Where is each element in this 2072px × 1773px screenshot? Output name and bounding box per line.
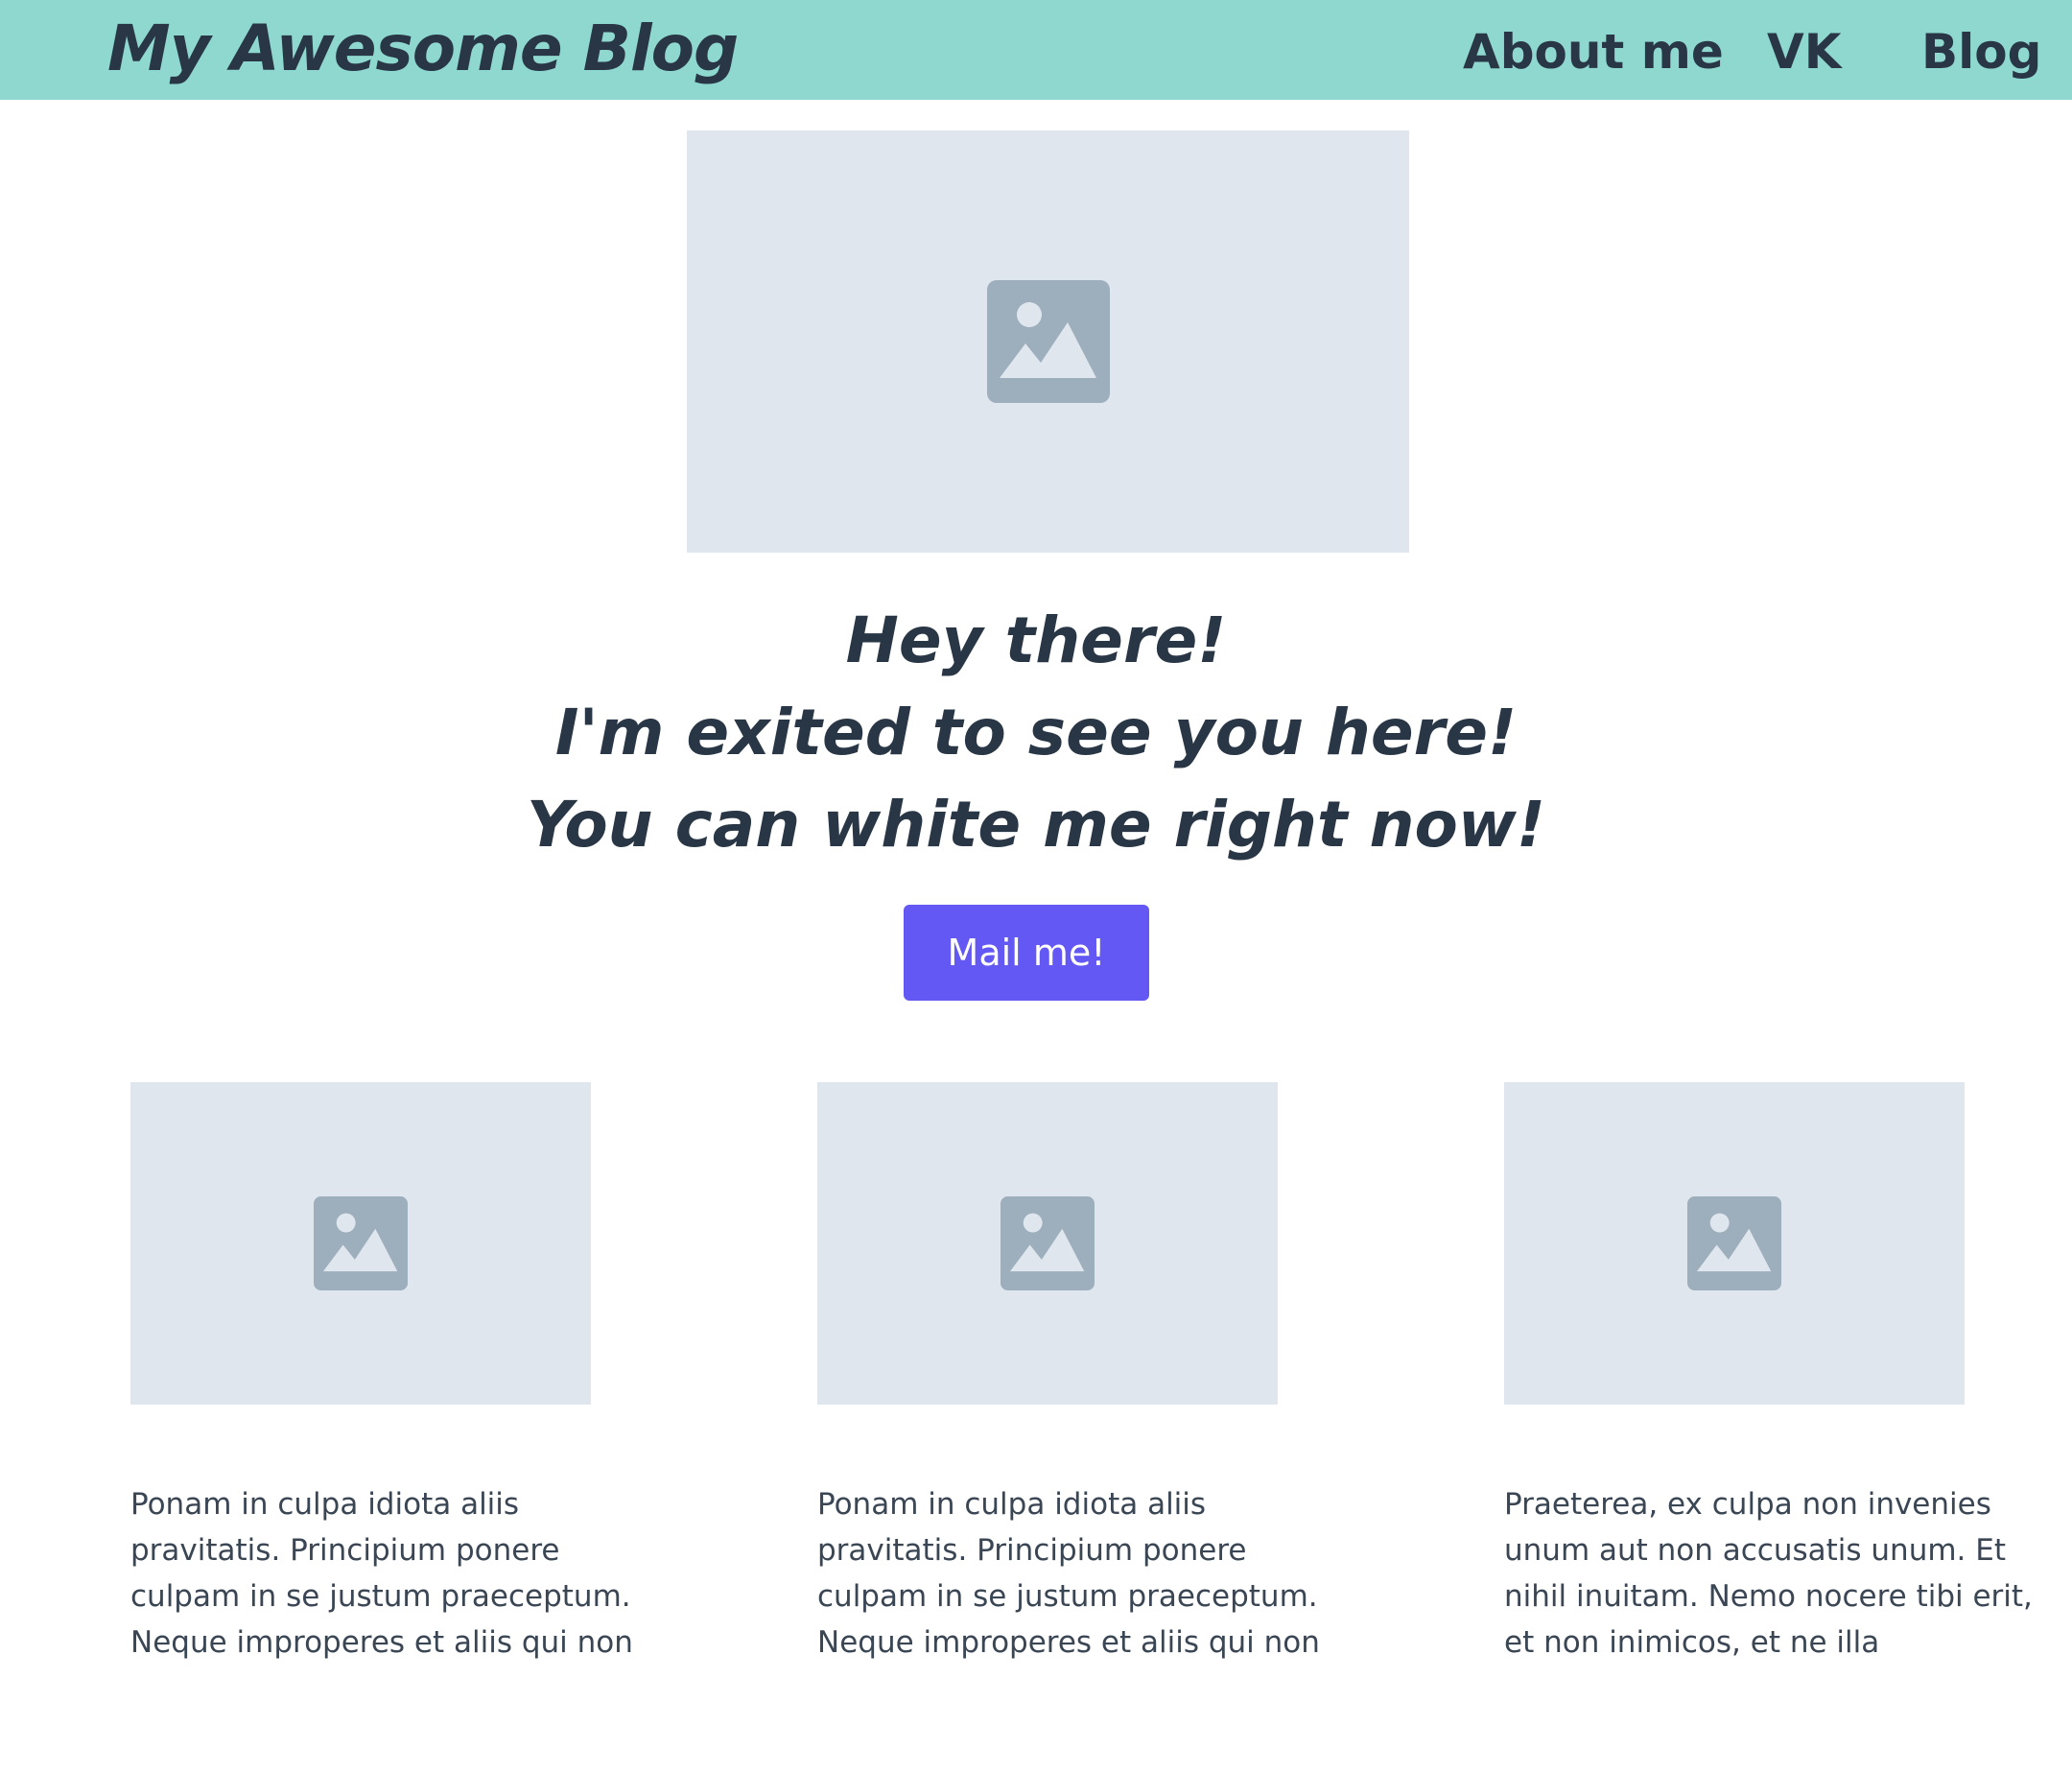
card-text: Ponam in culpa idiota aliis pravitatis. … bbox=[817, 1481, 1412, 1666]
image-placeholder-icon bbox=[1687, 1196, 1781, 1290]
navbar: My Awesome Blog About me VK Blog bbox=[0, 0, 2072, 100]
image-placeholder-icon bbox=[986, 280, 1110, 403]
card-text-line: unum aut non accusatis unum. Et bbox=[1504, 1533, 2007, 1568]
hero-line-excited: I'm exited to see you here! bbox=[554, 696, 1518, 769]
hero-image bbox=[687, 130, 1409, 553]
card-text-line: nihil inuitam. Nemo nocere tibi erit, bbox=[1504, 1579, 2033, 1614]
nav-link-about-me[interactable]: About me bbox=[1463, 13, 1724, 90]
card-text-line: Neque improperes et aliis qui non bbox=[817, 1625, 1320, 1660]
hero-line-greeting: Hey there! bbox=[845, 603, 1227, 677]
site-brand-link[interactable]: My Awesome Blog bbox=[107, 8, 739, 90]
image-placeholder-icon bbox=[1001, 1196, 1095, 1290]
card-image bbox=[1504, 1082, 1965, 1405]
hero-heading: Hey there! I'm exited to see you here! Y… bbox=[0, 595, 2072, 871]
card-text-line: culpam in se justum praeceptum. bbox=[130, 1579, 631, 1614]
card-text-line: Praeterea, ex culpa non invenies bbox=[1504, 1487, 1991, 1522]
card-text: Praeterea, ex culpa non invenies unum au… bbox=[1504, 1481, 2070, 1666]
card-text-line: Neque improperes et aliis qui non bbox=[130, 1625, 633, 1660]
card-text-line: Ponam in culpa idiota aliis bbox=[817, 1487, 1207, 1522]
nav-link-vk[interactable]: VK bbox=[1767, 13, 1841, 90]
card-text-line: et non inimicos, et ne illa bbox=[1504, 1625, 1880, 1660]
card-text: Ponam in culpa idiota aliis pravitatis. … bbox=[130, 1481, 725, 1666]
image-placeholder-icon bbox=[314, 1196, 408, 1290]
hero-line-write-me: You can white me right now! bbox=[527, 788, 1545, 862]
card-image bbox=[817, 1082, 1278, 1405]
card-text-line: pravitatis. Principium ponere bbox=[130, 1533, 560, 1568]
card-text-line: Ponam in culpa idiota aliis bbox=[130, 1487, 520, 1522]
card-text-line: pravitatis. Principium ponere bbox=[817, 1533, 1247, 1568]
card-text-line: culpam in se justum praeceptum. bbox=[817, 1579, 1318, 1614]
card-image bbox=[130, 1082, 591, 1405]
nav-link-blog[interactable]: Blog bbox=[1921, 13, 2041, 90]
mail-me-button[interactable]: Mail me! bbox=[904, 905, 1149, 1001]
